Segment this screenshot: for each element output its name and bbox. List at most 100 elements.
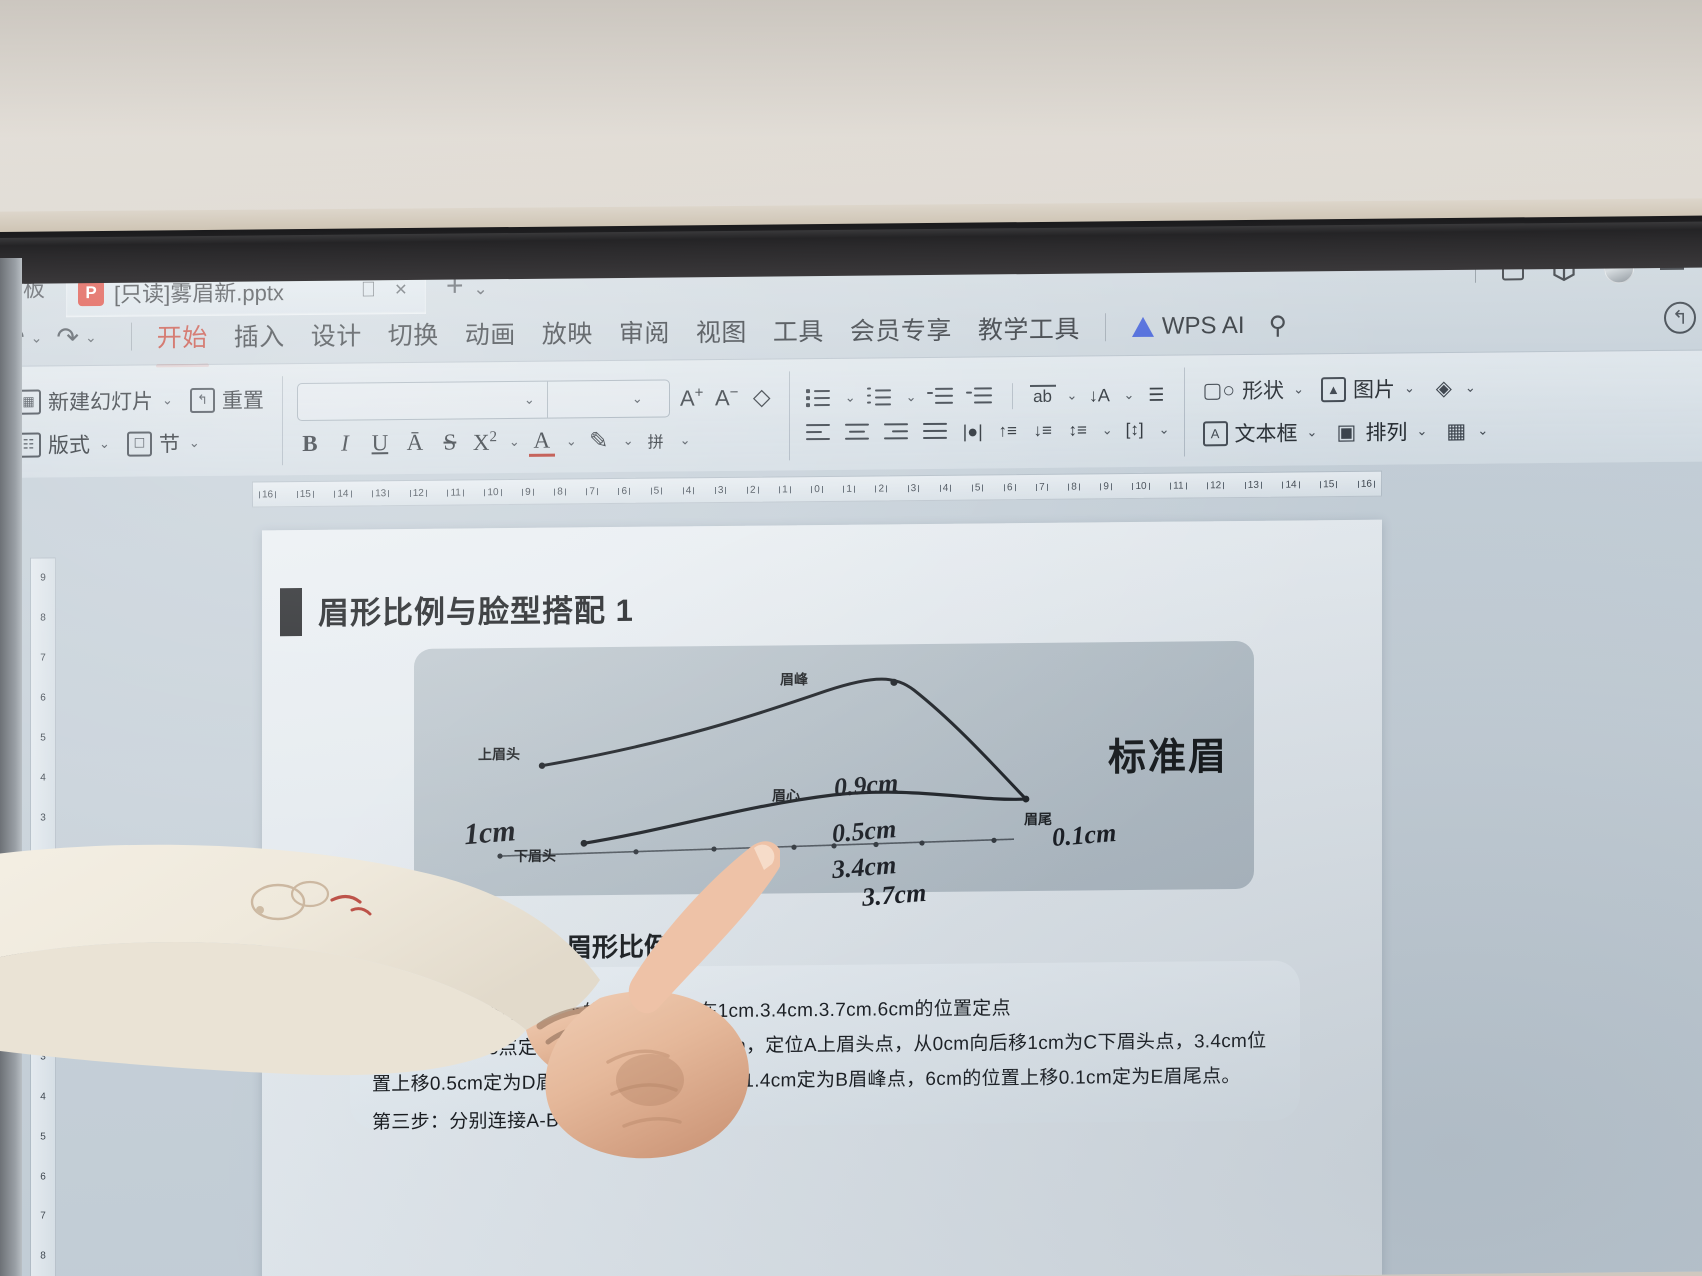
fill-button[interactable]: ◈ ⌄ — [1428, 374, 1480, 402]
strikethrough-button[interactable]: S — [437, 429, 463, 455]
new-slide-button[interactable]: ▦ 新建幻灯片 ⌄ — [12, 383, 177, 419]
underline-button[interactable]: U — [367, 430, 393, 456]
chevron-down-icon[interactable]: ⌄ — [1121, 387, 1134, 403]
pinyin-guide-icon[interactable]: 拼 — [643, 428, 669, 452]
wps-ai-button[interactable]: WPS AI — [1118, 312, 1259, 341]
menu-item-view[interactable]: 视图 — [683, 310, 760, 353]
ruler-tick: 5 — [971, 482, 984, 493]
close-icon[interactable]: × — [390, 277, 412, 301]
superscript-button[interactable]: X2 — [472, 429, 498, 456]
ruler-tick: 15 — [1320, 479, 1338, 490]
chevron-down-icon[interactable]: ⌄ — [1065, 388, 1078, 404]
font-name-input[interactable] — [297, 381, 548, 420]
italic-button[interactable]: I — [332, 430, 358, 456]
divider — [130, 322, 132, 351]
chevron-down-icon[interactable]: ⌄ — [1100, 422, 1113, 438]
chevron-down-icon[interactable]: ⌄ — [1475, 423, 1488, 439]
space-before-icon[interactable]: ↑≡ — [995, 421, 1021, 441]
chevron-down-icon[interactable]: ⌄ — [621, 433, 634, 449]
clear-format-eraser-icon[interactable]: ◇ — [749, 384, 775, 410]
section-button[interactable]: ☐ 节 ⌄ — [123, 426, 204, 461]
column-icon[interactable]: |●| — [960, 421, 986, 442]
layout-button[interactable]: ☷ 版式 ⌄ — [12, 427, 114, 462]
chevron-down-icon[interactable]: ⌄ — [1291, 381, 1304, 397]
textbox-button[interactable]: A 文本框 ⌄ — [1199, 415, 1322, 450]
wps-ai-label: WPS AI — [1161, 311, 1245, 340]
chevron-down-icon[interactable]: ⌄ — [507, 434, 520, 450]
bold-button[interactable]: B — [297, 431, 323, 457]
menu-item-member[interactable]: 会员专享 — [837, 308, 965, 351]
chevron-down-icon[interactable]: ⌄ — [522, 391, 535, 407]
grow-font-icon[interactable]: A+ — [679, 384, 705, 412]
menu-item-animation[interactable]: 动画 — [452, 312, 529, 355]
ruler-tick: 3 — [907, 483, 920, 494]
align-center-icon[interactable] — [843, 420, 873, 446]
chevron-down-icon[interactable]: ⌄ — [97, 436, 110, 452]
increase-indent-icon[interactable] — [965, 383, 995, 409]
chevron-down-icon[interactable]: ⌄ — [564, 433, 577, 449]
menu-item-design[interactable]: 设计 — [298, 313, 375, 356]
ruler-tick: 7 — [586, 486, 598, 497]
label-standard-brow: 标准眉 — [1107, 736, 1228, 780]
menu-item-review[interactable]: 审阅 — [606, 310, 683, 353]
vertical-align-icon[interactable]: [↕] — [1122, 420, 1148, 440]
divider — [1104, 313, 1106, 342]
redo-icon[interactable]: ↷ — [52, 322, 83, 353]
chevron-down-icon[interactable]: ⌄ — [1463, 380, 1476, 396]
decrease-indent-icon[interactable] — [926, 384, 956, 410]
horizontal-ruler[interactable]: 16 15 14 13 12 11 10 9 8 7 6 5 4 3 2 1 0 1 2 3 4 5 6 7 8 9 10 11 12 1… — [252, 470, 1382, 508]
chevron-down-icon[interactable]: ⌄ — [678, 432, 691, 448]
help-icon[interactable]: ↰ — [1664, 301, 1696, 334]
shrink-font-icon[interactable]: A− — [714, 384, 740, 412]
textbox-icon: A — [1202, 420, 1228, 446]
menu-item-tools[interactable]: 工具 — [760, 309, 837, 352]
chevron-down-icon[interactable]: ⌄ — [187, 435, 200, 451]
chevron-down-icon[interactable]: ⌄ — [1305, 424, 1318, 440]
ruler-tick: 10 — [1132, 480, 1150, 492]
ruler-tick: 11 — [1170, 480, 1187, 491]
outline-button[interactable]: ▦ ⌄ — [1440, 417, 1492, 445]
chevron-down-icon[interactable]: ⌄ — [1402, 380, 1415, 396]
shape-button[interactable]: ▢○ 形状 ⌄ — [1199, 372, 1308, 407]
section-icon: ☐ — [126, 430, 152, 457]
reset-label: 重置 — [221, 389, 264, 413]
chevron-down-icon[interactable]: ⌄ — [904, 389, 917, 405]
numbered-list-icon[interactable] — [865, 384, 895, 410]
menu-item-slideshow[interactable]: 放映 — [529, 311, 606, 354]
ruler-tick: 10 — [484, 487, 502, 498]
sort-az-icon[interactable]: ↓A — [1086, 385, 1112, 406]
chevron-down-icon[interactable]: ⌄ — [843, 390, 856, 406]
search-icon[interactable]: ⚲ — [1259, 311, 1287, 341]
menu-item-transition[interactable]: 切换 — [375, 313, 452, 356]
bullet-list-icon[interactable] — [804, 385, 834, 411]
picture-button[interactable]: ▲ 图片 ⌄ — [1317, 371, 1419, 406]
align-justify-icon[interactable] — [921, 419, 951, 445]
divider — [1183, 367, 1185, 457]
space-after-icon[interactable]: ↓≡ — [1030, 421, 1056, 441]
layout-label: 版式 — [48, 434, 90, 458]
ruler-tick: 14 — [1282, 479, 1300, 490]
present-icon[interactable]: ⎕ — [357, 278, 380, 302]
chevron-down-icon[interactable]: ⌄ — [1414, 423, 1427, 439]
character-border-icon[interactable]: Ā — [402, 430, 428, 456]
chevron-down-icon[interactable]: ⌄ — [31, 329, 51, 346]
align-right-icon[interactable] — [882, 419, 912, 445]
menu-item-insert[interactable]: 插入 — [221, 314, 298, 357]
menu-item-teaching-tools[interactable]: 教学工具 — [965, 306, 1093, 349]
line-spacing-icon[interactable]: ↕≡ — [1065, 420, 1091, 440]
highlight-icon[interactable]: ✎ — [586, 428, 612, 454]
arrange-button[interactable]: ▣ 排列 ⌄ — [1330, 414, 1431, 449]
ruler-tick: 2 — [746, 484, 759, 495]
ab-text-direction-icon[interactable]: ab — [1029, 384, 1056, 408]
align-left-icon[interactable] — [804, 420, 834, 446]
smart-layout-icon[interactable]: ☰ — [1143, 384, 1169, 405]
divider — [281, 376, 283, 466]
menu-item-start[interactable]: 开始 — [144, 315, 221, 358]
chevron-down-icon[interactable]: ⌄ — [1157, 422, 1170, 438]
chevron-down-icon[interactable]: ⌄ — [160, 392, 173, 408]
chevron-down-icon[interactable]: ⌄ — [85, 328, 105, 345]
reset-button[interactable]: ↰ 重置 — [186, 382, 268, 417]
font-color-button[interactable]: A — [528, 427, 555, 457]
fill-icon: ◈ — [1435, 376, 1452, 400]
chevron-down-icon[interactable]: ⌄ — [630, 390, 643, 406]
